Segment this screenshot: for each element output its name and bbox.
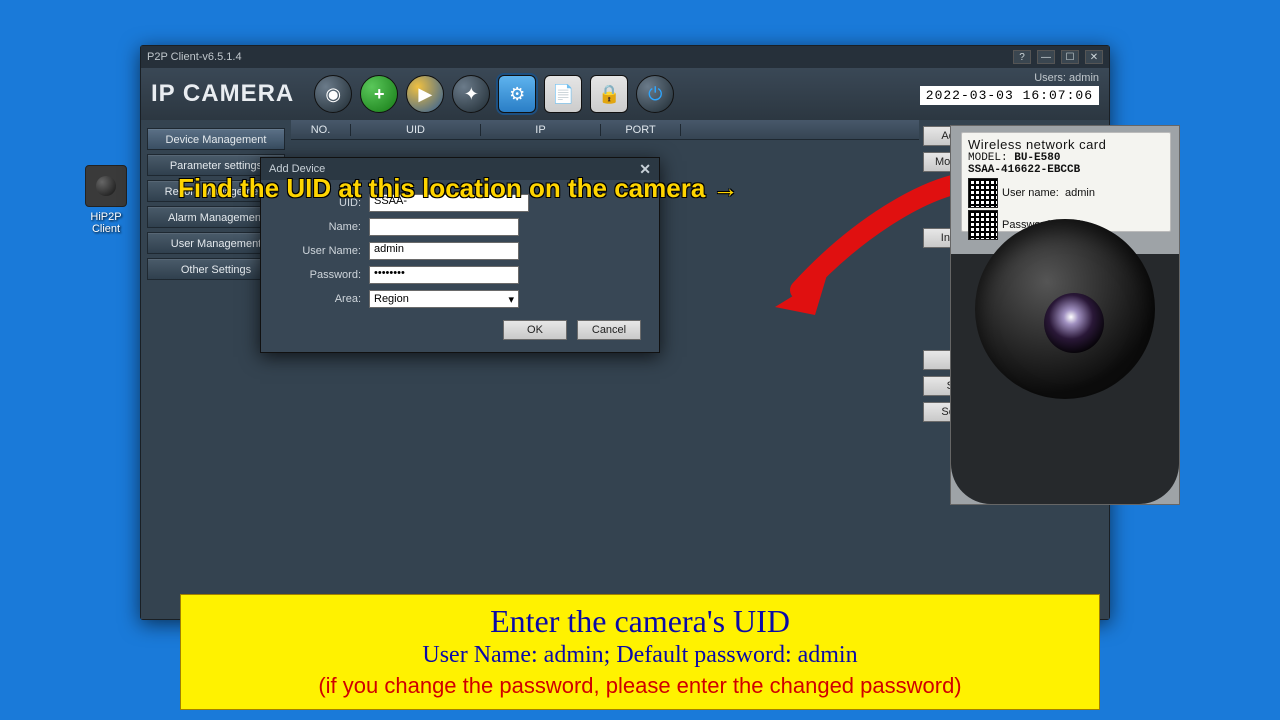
help-button[interactable]: ? [1013,50,1031,64]
add-icon[interactable]: + [360,75,398,113]
wheel-icon[interactable]: ✦ [452,75,490,113]
playback-icon[interactable]: ▶ [406,75,444,113]
camera-sticker: Wireless network card MODEL: BU-E580 SSA… [961,132,1171,232]
window-title: P2P Client-v6.5.1.4 [147,51,242,63]
timestamp: 2022-03-03 16:07:06 [920,86,1099,105]
camera-body [951,254,1179,504]
ok-button[interactable]: OK [503,320,567,340]
area-select-value: Region [374,293,409,305]
password-input[interactable]: •••••••• [369,266,519,284]
sticker-user-value: admin [1065,187,1095,199]
area-label: Area: [279,293,369,305]
camera-dome [975,219,1155,399]
power-icon[interactable]: ⏻ [636,75,674,113]
col-ip[interactable]: IP [481,124,601,136]
toolbar: ◉ + ▶ ✦ ⚙ 📄 🔒 ⏻ [314,75,674,113]
chevron-down-icon: ▾ [508,293,514,306]
qr-code-icon-2 [968,210,998,240]
qr-code-icon [968,178,998,208]
maximize-button[interactable]: ☐ [1061,50,1079,64]
desktop-shortcut[interactable]: HiP2P Client [78,165,134,235]
sidebar-item-device-management[interactable]: Device Management [147,128,285,150]
col-no[interactable]: NO. [291,124,351,136]
username-input[interactable]: admin [369,242,519,260]
sticker-serial: SSAA-416622-EBCCB [968,164,1080,176]
header: IP CAMERA ◉ + ▶ ✦ ⚙ 📄 🔒 ⏻ Users: admin 2… [141,68,1109,120]
instruction-line-2: User Name: admin; Default password: admi… [195,642,1085,669]
sticker-user-label: User name: [1002,187,1059,199]
camera-lens [1044,293,1104,353]
close-button[interactable]: ✕ [1085,50,1103,64]
name-input[interactable] [369,218,519,236]
minimize-button[interactable]: — [1037,50,1055,64]
instruction-line-3: (if you change the password, please ente… [195,673,1085,699]
username-label: User Name: [279,245,369,257]
instruction-line-1: Enter the camera's UID [195,603,1085,640]
sticker-model-label: MODEL: [968,152,1008,164]
folder-icon[interactable]: 📄 [544,75,582,113]
callout-find-uid: Find the UID at this location on the cam… [178,173,739,204]
password-label: Password: [279,269,369,281]
area-select[interactable]: Region ▾ [369,290,519,308]
settings-icon[interactable]: ⚙ [498,75,536,113]
sticker-title: Wireless network card [968,137,1164,152]
titlebar: P2P Client-v6.5.1.4 ? — ☐ ✕ [141,46,1109,68]
camera-icon[interactable]: ◉ [314,75,352,113]
camera-photo: Wireless network card MODEL: BU-E580 SSA… [950,125,1180,505]
lock-icon[interactable]: 🔒 [590,75,628,113]
device-table-header: NO. UID IP PORT [291,120,919,140]
col-port[interactable]: PORT [601,124,681,136]
cancel-button[interactable]: Cancel [577,320,641,340]
users-label: Users: admin [920,72,1099,84]
col-uid[interactable]: UID [351,124,481,136]
instruction-box: Enter the camera's UID User Name: admin;… [180,594,1100,710]
desktop-shortcut-label: HiP2P Client [78,211,134,235]
app-icon [85,165,127,207]
name-label: Name: [279,221,369,233]
app-logo: IP CAMERA [151,80,314,108]
sticker-model-value: BU-E580 [1014,152,1060,164]
